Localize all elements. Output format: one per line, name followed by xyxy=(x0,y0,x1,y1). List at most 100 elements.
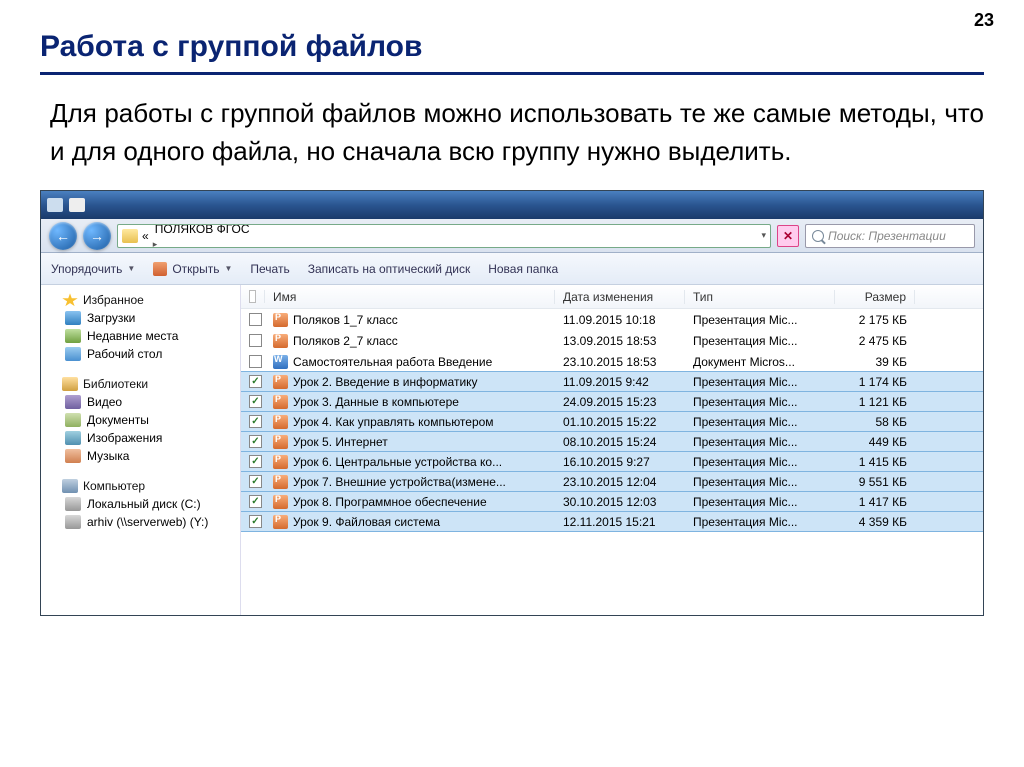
file-type: Презентация Mic... xyxy=(685,435,835,449)
file-size: 39 КБ xyxy=(835,355,915,369)
address-dropdown-icon[interactable]: ▾ xyxy=(761,230,766,241)
sidebar-libraries-heading[interactable]: Библиотеки xyxy=(41,375,240,393)
powerpoint-icon xyxy=(273,475,288,489)
sidebar-favorites-heading[interactable]: Избранное xyxy=(41,291,240,309)
row-checkbox[interactable]: ✓ xyxy=(249,415,262,428)
file-type: Презентация Mic... xyxy=(685,375,835,389)
type-column-header[interactable]: Тип xyxy=(685,290,835,304)
row-checkbox[interactable] xyxy=(249,334,262,347)
file-name: Урок 8. Программное обеспечение xyxy=(293,495,487,509)
file-size: 1 417 КБ xyxy=(835,495,915,509)
file-date: 30.10.2015 12:03 xyxy=(555,495,685,509)
sidebar-item[interactable]: Музыка xyxy=(41,447,240,465)
file-row[interactable]: ✓ Урок 3. Данные в компьютере 24.09.2015… xyxy=(241,391,983,412)
rec-icon xyxy=(65,329,81,343)
back-button[interactable]: ← xyxy=(49,222,77,250)
window-titlebar[interactable] xyxy=(41,191,983,219)
organize-button[interactable]: Упорядочить ▼ xyxy=(51,262,135,276)
file-row[interactable]: ✓ Урок 2. Введение в информатику 11.09.2… xyxy=(241,371,983,392)
powerpoint-icon xyxy=(273,435,288,449)
sidebar-item-label: Недавние места xyxy=(87,329,178,343)
date-column-header[interactable]: Дата изменения xyxy=(555,290,685,304)
sidebar-item[interactable]: Документы xyxy=(41,411,240,429)
file-row[interactable]: ✓ Урок 6. Центральные устройства ко... 1… xyxy=(241,451,983,472)
powerpoint-icon xyxy=(273,455,288,469)
navigation-pane: Избранное Загрузки Недавние места Рабочий … xyxy=(41,285,241,615)
sidebar-item[interactable]: Локальный диск (C:) xyxy=(41,495,240,513)
powerpoint-icon xyxy=(273,515,288,529)
file-name: Урок 3. Данные в компьютере xyxy=(293,395,459,409)
powerpoint-icon xyxy=(153,262,167,276)
refresh-close-button[interactable]: ✕ xyxy=(777,225,799,247)
new-folder-button[interactable]: Новая папка xyxy=(488,262,558,276)
open-button[interactable]: Открыть ▼ xyxy=(153,262,232,276)
sidebar-item-label: Локальный диск (C:) xyxy=(87,497,201,511)
file-type: Презентация Mic... xyxy=(685,334,835,348)
sidebar-item-label: Видео xyxy=(87,395,122,409)
row-checkbox[interactable]: ✓ xyxy=(249,475,262,488)
file-row[interactable]: Поляков 1_7 класс 11.09.2015 10:18 Презе… xyxy=(241,309,983,330)
sidebar-item[interactable]: Загрузки xyxy=(41,309,240,327)
burn-button[interactable]: Записать на оптический диск xyxy=(308,262,471,276)
row-checkbox[interactable]: ✓ xyxy=(249,435,262,448)
file-type: Презентация Mic... xyxy=(685,495,835,509)
search-input[interactable]: Поиск: Презентации xyxy=(805,224,975,248)
sidebar-item[interactable]: arhiv (\\serverweb) (Y:) xyxy=(41,513,240,531)
file-date: 11.09.2015 9:42 xyxy=(555,375,685,389)
row-checkbox[interactable] xyxy=(249,313,262,326)
file-size: 58 КБ xyxy=(835,415,915,429)
search-icon xyxy=(812,230,824,242)
checkbox-column-header[interactable]: . xyxy=(241,290,265,303)
print-button[interactable]: Печать xyxy=(250,262,289,276)
sidebar-item-label: Рабочий стол xyxy=(87,347,162,361)
file-row[interactable]: Самостоятельная работа Введение 23.10.20… xyxy=(241,351,983,372)
forward-button[interactable]: → xyxy=(83,222,111,250)
size-column-header[interactable]: Размер xyxy=(835,290,915,304)
sidebar-item[interactable]: Недавние места xyxy=(41,327,240,345)
address-bar[interactable]: « Кафедра информатики▸Уроки▸ПОЛЯКОВ ФГОС… xyxy=(117,224,771,248)
row-checkbox[interactable]: ✓ xyxy=(249,495,262,508)
chevron-down-icon: ▼ xyxy=(127,264,135,273)
breadcrumb-prefix[interactable]: « xyxy=(140,229,151,243)
nav-bar: ← → « Кафедра информатики▸Уроки▸ПОЛЯКОВ … xyxy=(41,219,983,253)
file-type: Презентация Mic... xyxy=(685,313,835,327)
file-size: 9 551 КБ xyxy=(835,475,915,489)
file-row[interactable]: ✓ Урок 9. Файловая система 12.11.2015 15… xyxy=(241,511,983,532)
file-size: 2 475 КБ xyxy=(835,334,915,348)
file-date: 11.09.2015 10:18 xyxy=(555,313,685,327)
slide-title: Работа с группой файлов xyxy=(40,30,984,64)
file-row[interactable]: ✓ Урок 4. Как управлять компьютером 01.1… xyxy=(241,411,983,432)
command-toolbar: Упорядочить ▼ Открыть ▼ Печать Записать … xyxy=(41,253,983,285)
breadcrumb-segment[interactable]: ПОЛЯКОВ ФГОС xyxy=(153,224,286,236)
row-checkbox[interactable] xyxy=(249,355,262,368)
search-placeholder: Поиск: Презентации xyxy=(828,229,946,243)
chevron-down-icon: ▼ xyxy=(224,264,232,273)
file-row[interactable]: Поляков 2_7 класс 13.09.2015 18:53 Презе… xyxy=(241,330,983,351)
powerpoint-icon xyxy=(273,313,288,327)
disk-icon xyxy=(65,515,81,529)
titlebar-thumb-icon xyxy=(69,198,85,212)
file-row[interactable]: ✓ Урок 7. Внешние устройства(измене... 2… xyxy=(241,471,983,492)
file-date: 23.10.2015 12:04 xyxy=(555,475,685,489)
row-checkbox[interactable]: ✓ xyxy=(249,515,262,528)
file-row[interactable]: ✓ Урок 8. Программное обеспечение 30.10.… xyxy=(241,491,983,512)
titlebar-thumb-icon xyxy=(47,198,63,212)
star-icon xyxy=(62,293,78,307)
sidebar-item[interactable]: Рабочий стол xyxy=(41,345,240,363)
file-size: 1 174 КБ xyxy=(835,375,915,389)
file-size: 4 359 КБ xyxy=(835,515,915,529)
powerpoint-icon xyxy=(273,395,288,409)
row-checkbox[interactable]: ✓ xyxy=(249,395,262,408)
desk-icon xyxy=(65,347,81,361)
file-name: Урок 7. Внешние устройства(измене... xyxy=(293,475,506,489)
sidebar-item[interactable]: Видео xyxy=(41,393,240,411)
row-checkbox[interactable]: ✓ xyxy=(249,455,262,468)
name-column-header[interactable]: Имя xyxy=(265,290,555,304)
sidebar-item[interactable]: Изображения xyxy=(41,429,240,447)
row-checkbox[interactable]: ✓ xyxy=(249,375,262,388)
doc-icon xyxy=(65,413,81,427)
sidebar-computer-heading[interactable]: Компьютер xyxy=(41,477,240,495)
file-row[interactable]: ✓ Урок 5. Интернет 08.10.2015 15:24 През… xyxy=(241,431,983,452)
libraries-icon xyxy=(62,377,78,391)
file-size: 1 121 КБ xyxy=(835,395,915,409)
